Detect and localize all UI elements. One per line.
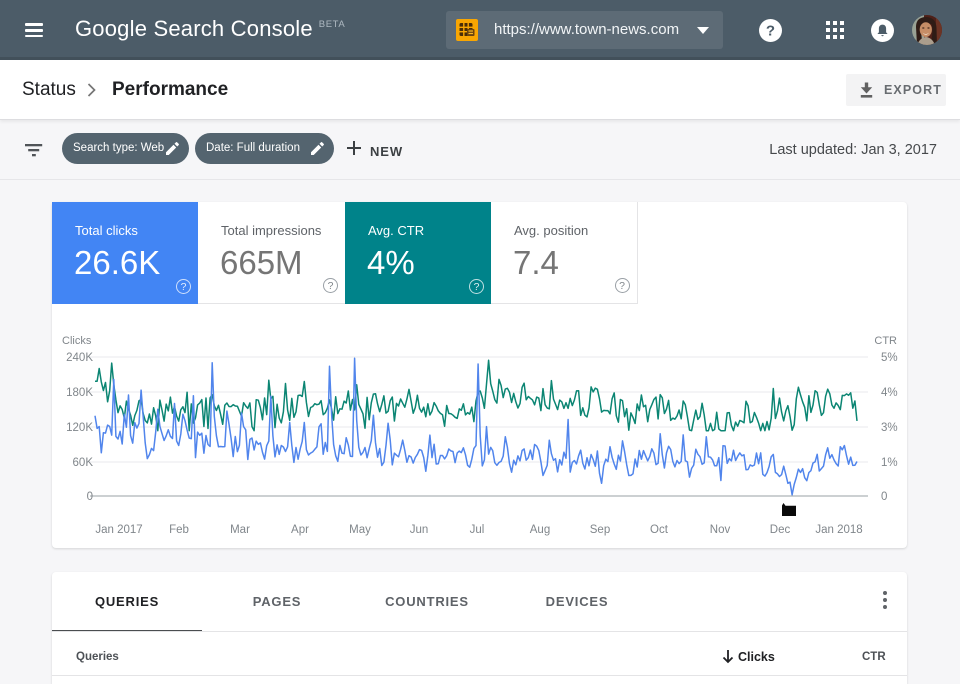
svg-text:Dec: Dec <box>770 524 791 536</box>
svg-text:3%: 3% <box>881 422 898 434</box>
svg-text:1%: 1% <box>881 457 898 469</box>
svg-text:0: 0 <box>87 491 93 503</box>
svg-text:Jan 2017: Jan 2017 <box>95 524 142 536</box>
svg-text:Oct: Oct <box>650 524 669 536</box>
svg-text:Apr: Apr <box>291 524 309 536</box>
svg-text:Mar: Mar <box>230 524 250 536</box>
svg-text:5%: 5% <box>881 352 898 364</box>
svg-text:May: May <box>349 524 371 536</box>
svg-text:?: ? <box>766 22 775 39</box>
svg-text:Jul: Jul <box>470 524 485 536</box>
svg-text:Feb: Feb <box>169 524 189 536</box>
svg-text:Nov: Nov <box>710 524 731 536</box>
svg-text:Sep: Sep <box>590 524 610 536</box>
svg-text:120K: 120K <box>66 422 93 434</box>
svg-text:CTR: CTR <box>874 335 897 347</box>
svg-text:180K: 180K <box>66 387 93 399</box>
svg-text:Jan 2018: Jan 2018 <box>815 524 862 536</box>
svg-text:Clicks: Clicks <box>62 335 92 347</box>
svg-text:0: 0 <box>881 491 887 503</box>
svg-text:240K: 240K <box>66 352 93 364</box>
svg-text:Jun: Jun <box>410 524 429 536</box>
svg-text:Aug: Aug <box>530 524 550 536</box>
svg-text:60K: 60K <box>73 457 94 469</box>
svg-text:4%: 4% <box>881 387 898 399</box>
